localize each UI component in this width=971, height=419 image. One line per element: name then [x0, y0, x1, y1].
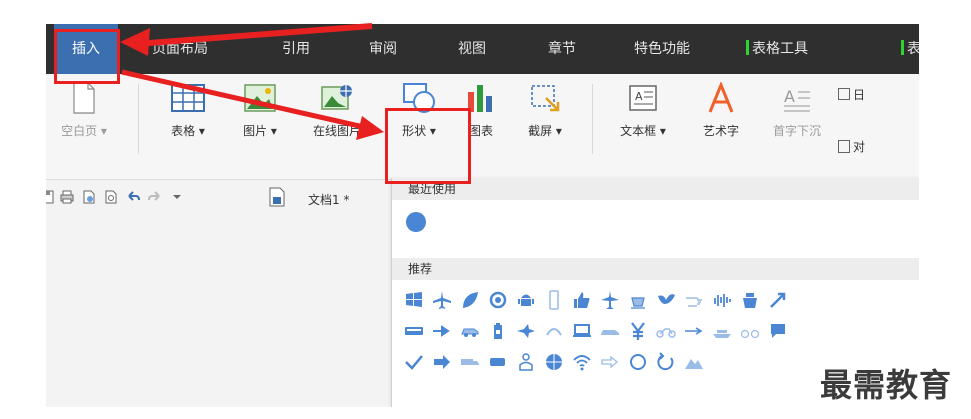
annotation-arrows — [120, 23, 384, 140]
arrow-to-shape-button — [121, 69, 369, 131]
arrow-head-insert — [120, 28, 150, 56]
arrow-head-shape — [356, 116, 384, 140]
arrow-to-insert-tab — [135, 23, 373, 47]
watermark-text: 最需教育 — [820, 366, 953, 404]
